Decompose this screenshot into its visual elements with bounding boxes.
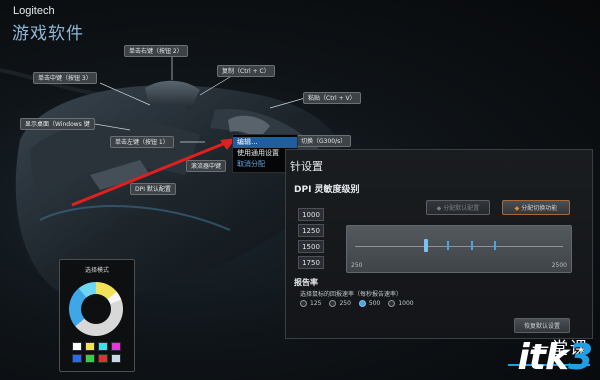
assign-switch-label: 分配切换功能 — [521, 205, 558, 212]
panel-title: 针设置 — [290, 160, 323, 173]
dpi-slider[interactable]: 250 2500 — [346, 225, 572, 273]
restore-defaults-button[interactable]: 恢复默认设置 — [514, 318, 570, 333]
dpi-level-4[interactable]: 1750 — [298, 256, 324, 269]
report-rate-label: 125 — [310, 300, 322, 307]
diamond-icon: ◆ — [436, 205, 442, 212]
callout-paste[interactable]: 粘贴（Ctrl + V） — [303, 92, 361, 104]
callout-right-button[interactable]: 单击右键（按钮 2） — [124, 45, 188, 57]
radio-dot-icon — [300, 300, 307, 307]
watermark-logo: itk3 — [517, 337, 593, 378]
radio-dot-icon — [358, 300, 366, 307]
report-rate-option[interactable]: 250 — [329, 300, 351, 307]
report-rate-options: 125 250 500 1000 — [300, 300, 414, 307]
dpi-level-3[interactable]: 1500 — [298, 240, 324, 253]
color-swatch-6[interactable] — [85, 354, 95, 363]
color-wheel-center — [81, 294, 111, 324]
dpi-section-title: DPI 灵敏度级别 — [294, 185, 360, 195]
radio-dot-icon — [388, 300, 396, 307]
app-window: Logitech 游戏软件 单击右键（按钮 2） 单击中键（按钮 3） 复制（C… — [0, 0, 600, 380]
color-wheel[interactable] — [69, 282, 123, 336]
diamond-icon: ◆ — [514, 205, 520, 212]
dpi-level-1[interactable]: 1000 — [298, 208, 324, 221]
color-swatch-1[interactable] — [72, 342, 82, 351]
slider-min-label: 250 — [351, 262, 363, 269]
color-swatches — [72, 342, 121, 363]
radio-dot-icon — [329, 300, 337, 307]
color-swatch-5[interactable] — [72, 354, 82, 363]
color-swatch-8[interactable] — [111, 354, 121, 363]
mode-selector: 选择模式 — [59, 259, 135, 372]
slider-track — [355, 246, 563, 247]
dpi-tick-4[interactable] — [493, 241, 496, 250]
report-rate-title: 报告率 — [294, 278, 318, 287]
dpi-level-2[interactable]: 1250 — [298, 224, 324, 237]
mode-title: 选择模式 — [84, 267, 109, 274]
slider-max-label: 2500 — [551, 262, 567, 269]
report-rate-option[interactable]: 125 — [300, 300, 321, 307]
report-rate-option[interactable]: 500 — [358, 300, 381, 307]
pointer-settings-panel: 针设置 DPI 灵敏度级别 ◆ 分配默认配置 ◆ 分配切换功能 1000 1250 … — [285, 149, 593, 339]
color-swatch-4[interactable] — [111, 342, 121, 351]
assign-default-label: 分配默认配置 — [443, 205, 480, 212]
dpi-tick-1[interactable] — [424, 239, 429, 252]
callout-dpi-default[interactable]: DPI 默认配置 — [130, 183, 176, 195]
report-rate-label: 500 — [368, 300, 381, 307]
report-rate-label: 250 — [339, 300, 351, 307]
brand-name: Logitech — [13, 5, 55, 17]
callout-copy[interactable]: 复制（Ctrl + C） — [217, 65, 275, 77]
watermark-accent: 3 — [567, 337, 593, 378]
callout-dpi-switch[interactable]: 切换（G300/s） — [296, 135, 352, 147]
watermark-text: itk — [517, 337, 568, 378]
callout-scroll-middle[interactable]: 滚流器中键 — [186, 160, 227, 172]
color-swatch-3[interactable] — [98, 342, 108, 351]
dpi-tick-3[interactable] — [470, 241, 473, 250]
report-rate-label: 1000 — [398, 300, 414, 307]
assign-switch-button[interactable]: ◆ 分配切换功能 — [502, 200, 570, 215]
callout-middle-button[interactable]: 单击中键（按钮 3） — [33, 72, 97, 84]
report-rate-option[interactable]: 1000 — [388, 300, 414, 307]
color-swatch-2[interactable] — [85, 342, 95, 351]
menu-item-edit[interactable]: 编辑... — [233, 137, 297, 148]
assign-default-button[interactable]: ◆ 分配默认配置 — [426, 200, 490, 215]
color-swatch-7[interactable] — [98, 354, 108, 363]
dpi-tick-2[interactable] — [447, 241, 450, 250]
callout-left-button[interactable]: 单击左键（按钮 1） — [110, 136, 174, 148]
callout-show-desktop[interactable]: 显示桌面（Windows 键 — [20, 118, 95, 130]
app-subtitle: 游戏软件 — [12, 24, 84, 44]
report-rate-description: 选择鼠标的回报速率（每秒报告速率） — [300, 291, 403, 298]
